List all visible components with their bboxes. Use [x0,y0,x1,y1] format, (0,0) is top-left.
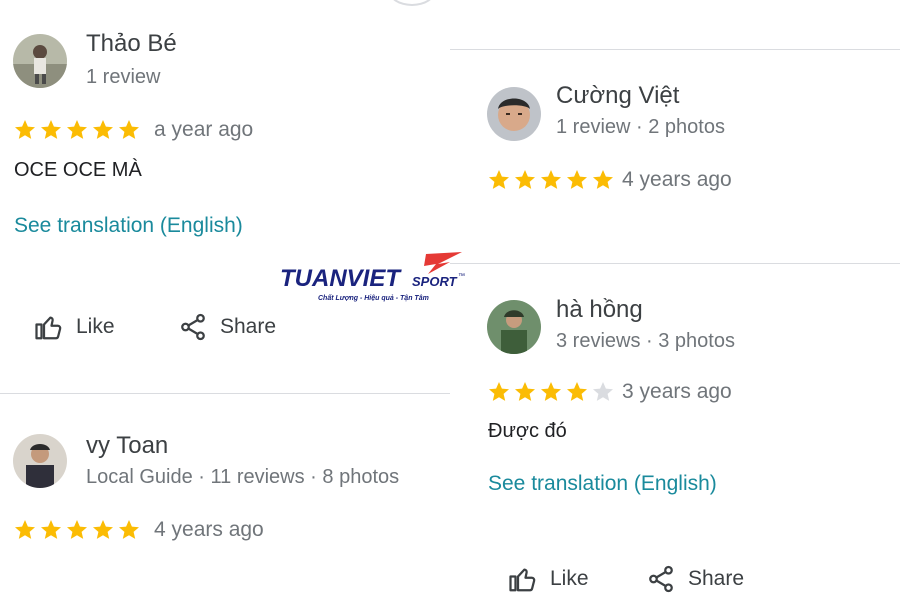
star-empty-icon [593,382,613,401]
star-filled-icon [541,382,561,401]
reviewer-name[interactable]: Thảo Bé [86,30,177,58]
reviewer-name[interactable]: hà hồng [556,296,643,324]
star-filled-icon [15,520,35,539]
review-card: Cường Việt 1 review · 2 photos 4 years a… [450,50,900,262]
star-filled-icon [515,382,535,401]
review-card: Thảo Bé 1 review a year ago OCE OCE MÀ S… [0,0,450,390]
like-button[interactable]: Like [34,312,115,342]
review-card: hà hồng 3 reviews · 3 photos 3 years ago… [450,264,900,600]
share-button[interactable]: Share [646,564,744,594]
tuanviet-logo: TUANVIET SPORT ™ Chất Lượng - Hiệu quả -… [280,252,465,302]
logo-tm: ™ [458,273,465,280]
star-filled-icon [567,170,587,189]
avatar-photo [13,434,67,488]
avatar-photo [487,87,541,141]
thumbs-up-icon [509,568,536,592]
brand-watermark-logo: TUANVIET SPORT ™ Chất Lượng - Hiệu quả -… [278,250,470,304]
logo-brand-text: TUANVIET [280,265,402,292]
avatar[interactable] [487,87,541,141]
review-time: 4 years ago [154,518,264,541]
star-filled-icon [93,520,113,539]
reviewer-meta: Local Guide · 11 reviews · 8 photos [86,466,400,488]
star-rating [487,168,615,192]
avatar-photo [13,34,67,88]
review-text: Được đó [488,420,567,442]
share-label: Share [688,567,745,590]
star-rating [13,118,141,142]
share-button[interactable]: Share [178,312,276,342]
reviewer-name[interactable]: Cường Việt [556,82,679,110]
star-filled-icon [541,170,561,189]
reviews-column-right: Cường Việt 1 review · 2 photos 4 years a… [450,0,900,600]
avatar[interactable] [487,300,541,354]
see-translation-link[interactable]: See translation (English) [488,472,717,496]
avatar-photo [487,300,541,354]
logo-tagline: Chất Lượng - Hiệu quả - Tận Tâm [318,294,429,302]
avatar[interactable] [13,434,67,488]
thumbs-up-icon [35,316,62,340]
star-filled-icon [15,120,35,139]
reviewer-name[interactable]: vy Toan [86,432,168,460]
reviewer-meta: 3 reviews · 3 photos [556,330,735,352]
logo-brand-suffix: SPORT [412,274,458,289]
star-filled-icon [67,520,87,539]
review-text: OCE OCE MÀ [14,159,142,181]
like-label: Like [76,315,115,338]
star-filled-icon [489,170,509,189]
star-filled-icon [515,170,535,189]
review-card: vy Toan Local Guide · 11 reviews · 8 pho… [0,394,450,600]
avatar[interactable] [13,34,67,88]
share-label: Share [220,315,277,338]
star-filled-icon [567,382,587,401]
star-filled-icon [119,520,139,539]
star-filled-icon [489,382,509,401]
star-filled-icon [67,120,87,139]
star-filled-icon [119,120,139,139]
reviewer-meta: 1 review · 2 photos [556,116,725,138]
review-time: 3 years ago [622,380,732,403]
star-filled-icon [593,170,613,189]
star-filled-icon [41,520,61,539]
like-label: Like [550,567,589,590]
like-button[interactable]: Like [508,564,589,594]
share-icon [649,565,673,593]
share-icon [181,313,205,341]
star-rating [487,380,615,404]
review-time: a year ago [154,118,254,141]
review-time: 4 years ago [622,168,732,191]
star-filled-icon [93,120,113,139]
star-rating [13,518,141,542]
reviewer-meta: 1 review [86,66,161,88]
star-filled-icon [41,120,61,139]
see-translation-link[interactable]: See translation (English) [14,214,243,238]
